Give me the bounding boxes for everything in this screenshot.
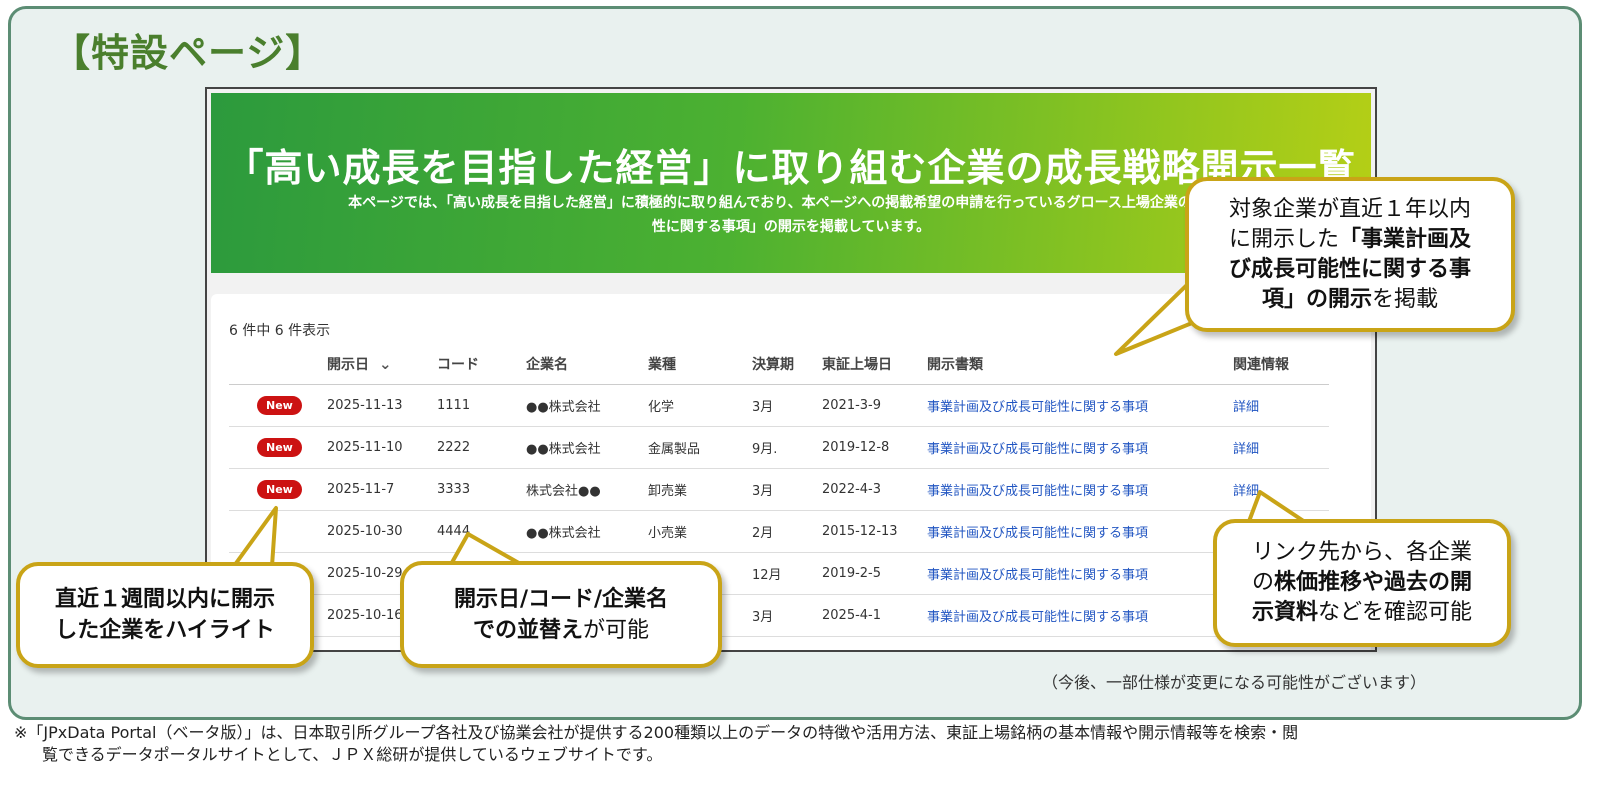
callout-highlight-new: 直近１週間以内に開示 した企業をハイライト bbox=[16, 562, 314, 668]
spec-change-disclaimer: （今後、一部仕様が変更になる可能性がございます） bbox=[1042, 673, 1427, 692]
cell-fiscal: 12月 bbox=[752, 552, 822, 595]
cell-industry: 金属製品 bbox=[648, 426, 752, 469]
cell-fiscal: 3月 bbox=[752, 384, 822, 427]
callout-left-tail bbox=[230, 506, 278, 570]
callout-right-line3-bold: 示資料 bbox=[1251, 600, 1318, 625]
callout-left-line2: した企業をハイライト bbox=[55, 618, 275, 643]
cell-company: ●●株式会社 bbox=[526, 384, 648, 427]
callout-mid-line2-bold: での並替え bbox=[472, 617, 583, 643]
cell-code: 1111 bbox=[437, 384, 526, 427]
document-link[interactable]: 事業計画及び成長可能性に関する事項 bbox=[927, 484, 1148, 499]
header-code[interactable]: コード bbox=[437, 344, 526, 385]
page-heading: 【特設ページ】 bbox=[52, 31, 325, 75]
cell-listed: 2019-12-8 bbox=[822, 426, 927, 469]
chevron-down-icon[interactable]: ⌄ bbox=[379, 355, 392, 373]
document-link[interactable]: 事業計画及び成長可能性に関する事項 bbox=[927, 442, 1148, 457]
new-badge: New bbox=[257, 479, 302, 499]
table-row: New 2025-11-10 2222 ●●株式会社 金属製品 9月. 2019… bbox=[229, 426, 1329, 469]
header-related: 関連情報 bbox=[1233, 344, 1329, 385]
callout-top-line2-bold: 「事業計画及 bbox=[1339, 226, 1472, 252]
new-badge: New bbox=[257, 437, 302, 457]
callout-top-line2-plain: に開示した bbox=[1228, 226, 1339, 252]
table-row: 2025-10-30 4444 ●●株式会社 小売業 2月 2015-12-13… bbox=[229, 510, 1329, 553]
callout-right-line2-bold: 株価推移や過去の開 bbox=[1274, 570, 1473, 595]
callout-mid-line2-plain: が可能 bbox=[582, 617, 649, 643]
cell-industry: 小売業 bbox=[648, 510, 752, 553]
callout-mid-line1: 開示日/コード/企業名 bbox=[453, 586, 669, 612]
document-link[interactable]: 事業計画及び成長可能性に関する事項 bbox=[927, 610, 1148, 625]
cell-code: 2222 bbox=[437, 426, 526, 469]
cell-listed: 2022-4-3 bbox=[822, 468, 927, 511]
cell-company: 株式会社●● bbox=[526, 468, 648, 511]
cell-listed: 2015-12-13 bbox=[822, 510, 927, 553]
cell-listed: 2025-4-1 bbox=[822, 594, 927, 637]
disclosure-table: 開示日 ⌄ コード 企業名 業種 決算期 東証上場日 開示書類 関連情報 New … bbox=[229, 344, 1329, 637]
detail-link[interactable]: 詳細 bbox=[1233, 400, 1259, 415]
header-company[interactable]: 企業名 bbox=[526, 344, 648, 385]
footnote-line1: ※「JPxData Portal（ベータ版）」は、日本取引所グループ各社及び協業… bbox=[14, 723, 1299, 742]
header-industry: 業種 bbox=[648, 344, 752, 385]
callout-top-line4-bold: 項」の開示 bbox=[1261, 286, 1372, 312]
header-fiscal: 決算期 bbox=[752, 344, 822, 385]
callout-top-line1: 対象企業が直近１年以内 bbox=[1228, 196, 1471, 222]
cell-fiscal: 3月 bbox=[752, 594, 822, 637]
callout-annual-disclosure: 対象企業が直近１年以内 に開示した「事業計画及 び成長可能性に関する事 項」の開… bbox=[1185, 177, 1515, 332]
cell-fiscal: 3月 bbox=[752, 468, 822, 511]
hero-description: 本ページでは、「高い成長を目指した経営」に積極的に取り組んでおり、本ページへの掲… bbox=[241, 191, 1341, 239]
footnote: ※「JPxData Portal（ベータ版）」は、日本取引所グループ各社及び協業… bbox=[14, 722, 1584, 766]
cell-company: ●●株式会社 bbox=[526, 426, 648, 469]
callout-left-line1: 直近１週間以内に開示 bbox=[54, 587, 275, 612]
table-row: 2025-10-16 3月 2025-4-1 事業計画及び成長可能性に関する事項 bbox=[229, 594, 1329, 637]
table-row: New 2025-11-7 3333 株式会社●● 卸売業 3月 2022-4-… bbox=[229, 468, 1329, 511]
result-count: 6 件中 6 件表示 bbox=[229, 323, 331, 339]
page-screenshot: 「高い成長を目指した経営」に取り組む企業の成長戦略開示一覧 本ページでは、「高い… bbox=[205, 87, 1377, 652]
cell-listed: 2021-3-9 bbox=[822, 384, 927, 427]
callout-sorting: 開示日/コード/企業名 での並替えが可能 bbox=[400, 561, 722, 668]
header-listed: 東証上場日 bbox=[822, 344, 927, 385]
cell-industry: 卸売業 bbox=[648, 468, 752, 511]
cell-listed: 2019-2-5 bbox=[822, 552, 927, 595]
header-date-label: 開示日 bbox=[327, 356, 369, 373]
callout-right-line3-plain: などを確認可能 bbox=[1318, 600, 1473, 625]
callout-link-details: リンク先から、各企業 の株価推移や過去の開 示資料などを確認可能 bbox=[1213, 519, 1511, 647]
cell-fiscal: 9月. bbox=[752, 426, 822, 469]
cell-fiscal: 2月 bbox=[752, 510, 822, 553]
document-link[interactable]: 事業計画及び成長可能性に関する事項 bbox=[927, 400, 1148, 415]
document-link[interactable]: 事業計画及び成長可能性に関する事項 bbox=[927, 568, 1148, 583]
document-link[interactable]: 事業計画及び成長可能性に関する事項 bbox=[927, 526, 1148, 541]
header-date[interactable]: 開示日 ⌄ bbox=[327, 344, 437, 385]
callout-right-line1: リンク先から、各企業 bbox=[1251, 540, 1472, 565]
table-row: 2025-10-29 12月 2019-2-5 事業計画及び成長可能性に関する事… bbox=[229, 552, 1329, 595]
cell-date: 2025-11-7 bbox=[327, 468, 437, 511]
hero-description-line1: 本ページでは、「高い成長を目指した経営」に積極的に取り組んでおり、本ページへの掲… bbox=[348, 195, 1234, 211]
detail-link[interactable]: 詳細 bbox=[1233, 442, 1259, 457]
cell-date: 2025-11-10 bbox=[327, 426, 437, 469]
hero-description-line2: 性に関する事項」の開示を掲載しています。 bbox=[651, 219, 931, 235]
cell-date: 2025-11-13 bbox=[327, 384, 437, 427]
table-row: New 2025-11-13 1111 ●●株式会社 化学 3月 2021-3-… bbox=[229, 384, 1329, 427]
new-badge: New bbox=[257, 395, 302, 415]
cell-industry: 化学 bbox=[648, 384, 752, 427]
callout-top-line4-plain: を掲載 bbox=[1372, 286, 1439, 312]
cell-code: 3333 bbox=[437, 468, 526, 511]
header-new bbox=[229, 344, 327, 385]
footnote-line2: 覧できるデータポータルサイトとして、ＪＰＸ総研が提供しているウェブサイトです。 bbox=[42, 745, 663, 764]
callout-top-line3: び成長可能性に関する事 bbox=[1228, 256, 1471, 282]
callout-right-line2-plain: の bbox=[1251, 570, 1274, 595]
cell-date: 2025-10-30 bbox=[327, 510, 437, 553]
